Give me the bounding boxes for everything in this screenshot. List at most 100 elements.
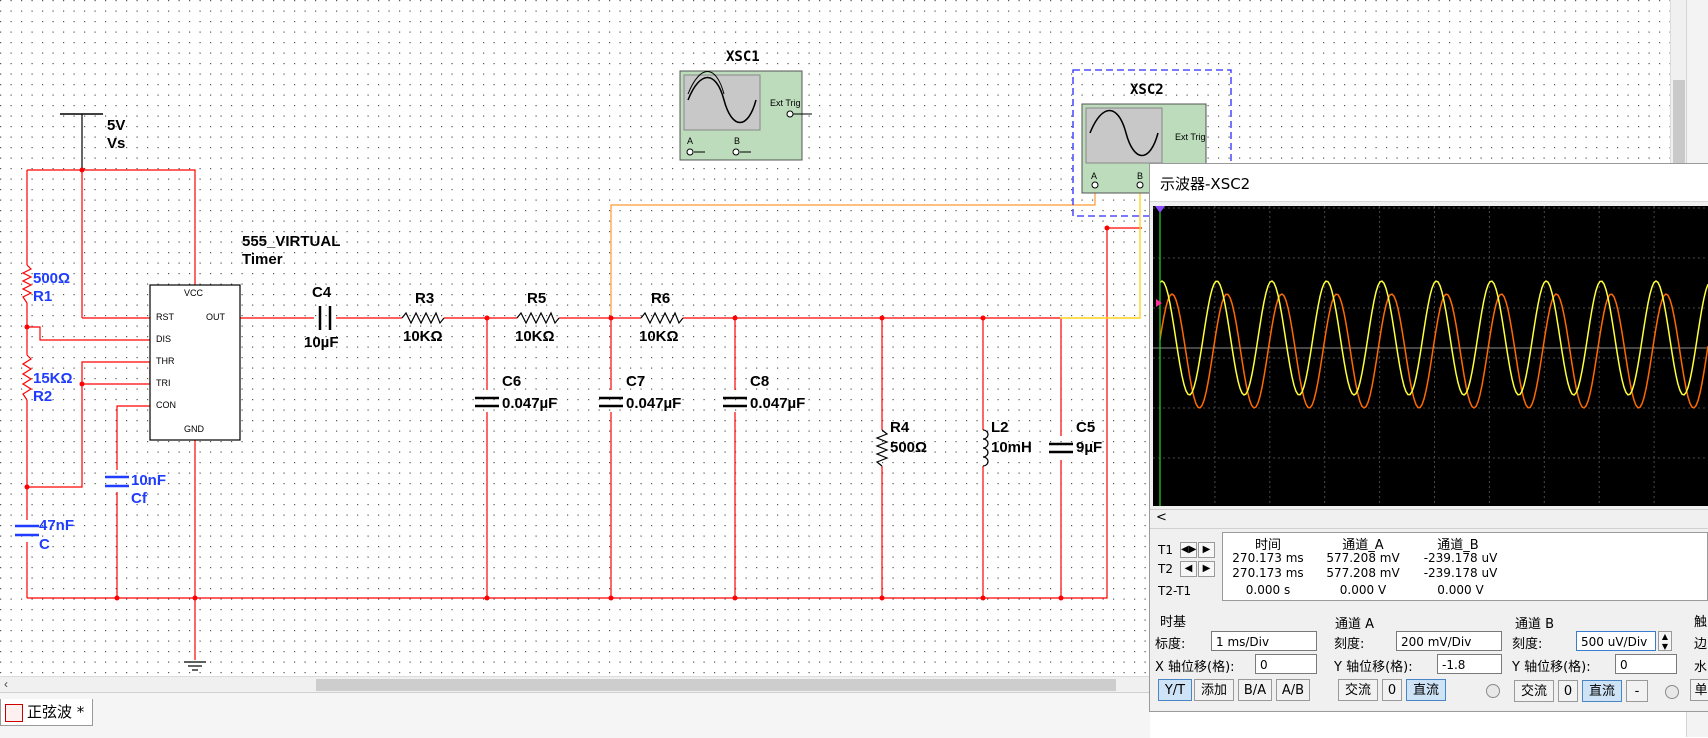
channel-a-radio[interactable]	[1486, 684, 1500, 698]
t2-left-button[interactable]: ◀	[1180, 561, 1197, 577]
r4-value: 500Ω	[890, 439, 927, 456]
timer-type: Timer	[242, 251, 283, 268]
scope-scroll-left[interactable]: <	[1156, 510, 1167, 525]
r6-value: 10KΩ	[639, 328, 679, 345]
channel-a-scale-field[interactable]: 200 mV/Div	[1396, 631, 1502, 651]
xsc2-ch-b: B	[1137, 171, 1143, 181]
channel-b-scale-label: 刻度:	[1512, 637, 1543, 652]
pin-con: CON	[156, 400, 176, 410]
r5-id: R5	[527, 290, 546, 307]
scope-titlebar[interactable]: 示波器-XSC2	[1150, 164, 1708, 202]
supply-value: 5V	[107, 117, 125, 134]
t2-right-button[interactable]: ▶	[1198, 561, 1215, 577]
r4-id: R4	[890, 419, 910, 436]
r6-id: R6	[651, 290, 670, 307]
xsc2-ext-trig: Ext Trig	[1175, 132, 1206, 142]
t2-time: 270.173 ms	[1232, 566, 1304, 580]
t1-right-button[interactable]: ▶	[1198, 542, 1215, 558]
horizontal-scroll-thumb[interactable]	[316, 679, 1116, 691]
yt-button[interactable]: Y/T	[1158, 679, 1192, 701]
scope-title: 示波器-XSC2	[1160, 175, 1251, 193]
timebase-section: 时基	[1160, 615, 1187, 630]
trigger-edge-label: 边	[1694, 637, 1708, 652]
r2-id: R2	[33, 388, 52, 405]
channel-a-scale-label: 刻度:	[1334, 637, 1365, 652]
c8-value: 0.047µF	[750, 395, 805, 412]
horizontal-scrollbar[interactable]: ‹	[0, 676, 1150, 693]
vertical-scroll-thumb[interactable]	[1673, 80, 1685, 170]
r3-id: R3	[415, 290, 434, 307]
timebase-scale-field[interactable]: 1 ms/Div	[1211, 631, 1317, 651]
channel-a-dc-button[interactable]: 直流	[1406, 679, 1446, 701]
xsc2-name: XSC2	[1130, 82, 1164, 98]
channel-b-invert-button[interactable]: -	[1626, 680, 1648, 702]
cursor-labels: T1 T2 T2-T1 ◀▶ ▶ ◀ ▶	[1152, 531, 1220, 601]
timebase-xpos-label: X 轴位移(格):	[1155, 660, 1235, 675]
l2-id: L2	[991, 419, 1009, 436]
cf-value: 10nF	[131, 472, 166, 489]
ba-button[interactable]: B/A	[1238, 679, 1272, 701]
supply-name: Vs	[107, 135, 125, 152]
t1-channel-a: 577.208 mV	[1326, 551, 1400, 565]
l2-value: 10mH	[991, 439, 1032, 456]
cf-id: Cf	[131, 490, 148, 507]
r1-value: 500Ω	[33, 270, 70, 287]
xsc1-name: XSC1	[726, 49, 760, 65]
pin-vcc: VCC	[184, 288, 204, 298]
channel-a-ypos-field[interactable]: -1.8	[1437, 654, 1502, 674]
t1-channel-b: -239.178 uV	[1423, 551, 1498, 565]
timebase-xpos-field[interactable]: 0	[1255, 654, 1317, 674]
channel-b-ypos-label: Y 轴位移(格):	[1512, 660, 1591, 675]
scope-scrollbar[interactable]: <	[1150, 509, 1708, 529]
delta-channel-a: 0.000 V	[1339, 583, 1387, 597]
r3-value: 10KΩ	[403, 328, 443, 345]
oscilloscope-window[interactable]: 示波器-XSC2 < T1 T2 T2-T1 ◀▶ ▶ ◀ ▶ 时间 通道_A …	[1149, 163, 1708, 712]
pin-tri: TRI	[156, 378, 171, 388]
t2-channel-b: -239.178 uV	[1423, 566, 1498, 580]
timer-model: 555_VIRTUAL	[242, 233, 340, 250]
cursor-t1-handle[interactable]	[1155, 206, 1165, 213]
schematic-icon	[5, 704, 23, 722]
xsc1-ch-b: B	[734, 136, 740, 146]
c8-id: C8	[750, 373, 769, 390]
t1-time: 270.173 ms	[1232, 551, 1304, 565]
ab-button[interactable]: A/B	[1276, 679, 1310, 701]
pin-out: OUT	[206, 312, 226, 322]
pin-rst: RST	[156, 312, 175, 322]
channel-b-ac-button[interactable]: 交流	[1514, 680, 1554, 702]
channel-b-dc-button[interactable]: 直流	[1582, 680, 1622, 702]
pin-gnd: GND	[184, 424, 205, 434]
c7-id: C7	[626, 373, 645, 390]
c7-value: 0.047µF	[626, 395, 681, 412]
trigger-single-button[interactable]: 单	[1690, 679, 1708, 701]
scroll-left-arrow[interactable]: ‹	[4, 677, 8, 691]
label-t1: T1	[1158, 543, 1173, 557]
channel-b-scale-spinner[interactable]: ▲ ▼	[1658, 631, 1672, 651]
add-button[interactable]: 添加	[1194, 679, 1234, 701]
xsc2-ch-a: A	[1091, 171, 1097, 181]
channel-b-radio[interactable]	[1665, 685, 1679, 699]
readout-table: 时间 通道_A 通道_B 270.173 ms 577.208 mV -239.…	[1222, 532, 1708, 601]
r5-value: 10KΩ	[515, 328, 555, 345]
t1-left-button[interactable]: ◀▶	[1180, 542, 1197, 558]
channel-b-ypos-field[interactable]: 0	[1615, 654, 1677, 674]
tab-bar: 正弦波 *	[0, 692, 1150, 738]
tab-sine-wave[interactable]: 正弦波 *	[0, 699, 94, 726]
channel-b-zero-button[interactable]: 0	[1558, 680, 1578, 702]
channel-b-scale-field[interactable]: 500 uV/Div	[1576, 631, 1656, 651]
c5-value: 9µF	[1076, 439, 1102, 456]
trigger-marker	[1156, 299, 1162, 307]
channel-a-ac-button[interactable]: 交流	[1338, 679, 1378, 701]
delta-channel-b: 0.000 V	[1437, 583, 1484, 597]
channel-a-zero-button[interactable]: 0	[1382, 679, 1402, 701]
channel-a-ypos-label: Y 轴位移(格):	[1334, 660, 1413, 675]
channel-b-section: 通道 B	[1515, 617, 1555, 632]
tab-label: 正弦波 *	[27, 703, 85, 721]
c6-value: 0.047µF	[502, 395, 557, 412]
t2-channel-a: 577.208 mV	[1326, 566, 1400, 580]
scope-display[interactable]	[1153, 206, 1708, 509]
cursor-readout: T1 T2 T2-T1 ◀▶ ▶ ◀ ▶ 时间 通道_A 通道_B 270.17…	[1152, 531, 1708, 601]
c6-id: C6	[502, 373, 521, 390]
pin-dis: DIS	[156, 334, 171, 344]
c-id: C	[39, 536, 50, 553]
